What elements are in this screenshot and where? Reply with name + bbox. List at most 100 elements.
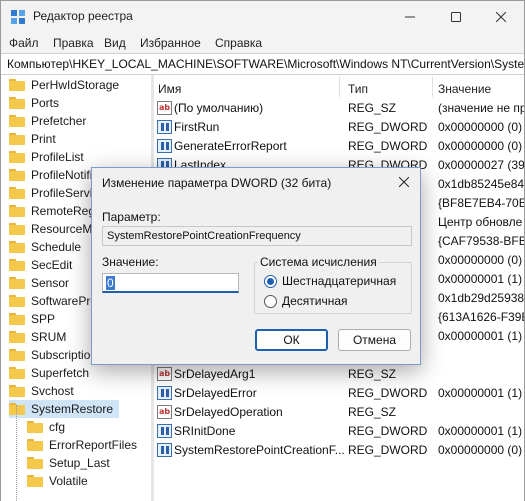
folder-icon: [9, 349, 25, 361]
cell-value: 0x00000000 (0): [438, 443, 523, 457]
table-row[interactable]: GenerateErrorReport REG_DWORD 0x00000000 (…: [154, 137, 524, 156]
address-bar[interactable]: Компьютер\HKEY_LOCAL_MACHINE\SOFTWARE\Mi…: [1, 53, 524, 75]
tree-item-label: SecEdit: [31, 258, 73, 272]
folder-icon: [9, 241, 25, 253]
ok-button[interactable]: ОК: [255, 329, 328, 351]
tree-item[interactable]: SPP: [9, 310, 55, 328]
tree-child-item[interactable]: cfg: [27, 418, 65, 436]
folder-icon: [9, 403, 25, 415]
dialog-title: Изменение параметра DWORD (32 бита): [102, 176, 332, 190]
tree-item-label: SystemRestore: [31, 402, 114, 416]
column-header-type[interactable]: Тип: [348, 75, 368, 99]
cell-type: REG_DWORD: [348, 120, 428, 134]
table-row[interactable]: SRInitDone REG_DWORD 0x00000001 (1): [154, 422, 524, 441]
tree-item[interactable]: Prefetcher: [9, 112, 86, 130]
table-row[interactable]: ab SrDelayedArg1 REG_SZ: [154, 365, 524, 384]
tree-item[interactable]: Superfetch: [9, 364, 89, 382]
tree-connector: [16, 405, 17, 501]
tree-item[interactable]: Sensor: [9, 274, 69, 292]
tree-item-selected[interactable]: SystemRestore: [9, 400, 120, 418]
folder-icon: [27, 421, 43, 433]
cell-value: 0x00000001 (1): [438, 424, 523, 438]
reg-dword-icon: [157, 139, 172, 153]
folder-icon: [9, 259, 25, 271]
window-title: Редактор реестра: [33, 9, 133, 23]
param-name-field: SystemRestorePointCreationFrequency: [102, 226, 412, 246]
folder-icon: [9, 331, 25, 343]
table-row[interactable]: SrDelayedError REG_DWORD 0x00000001 (1): [154, 384, 524, 403]
tree-item[interactable]: RemoteRegis: [9, 202, 104, 220]
tree-item[interactable]: SoftwareProt: [9, 292, 100, 310]
tree-item-label: Svchost: [31, 384, 74, 398]
cell-value: 0x00000001 (1): [438, 329, 523, 343]
tree-item-label: Subscription: [31, 348, 98, 362]
folder-icon: [9, 367, 25, 379]
minimize-icon: [405, 16, 415, 18]
minimize-button[interactable]: [387, 1, 433, 33]
radio-hex[interactable]: Шестнадцатеричная: [264, 274, 396, 288]
tree-item-label: ErrorReportFiles: [49, 438, 138, 452]
tree-item[interactable]: SecEdit: [9, 256, 72, 274]
column-header-name[interactable]: Имя: [158, 75, 181, 99]
tree-item-label: Setup_Last: [49, 456, 110, 470]
address-path[interactable]: Компьютер\HKEY_LOCAL_MACHINE\SOFTWARE\Mi…: [7, 57, 524, 71]
table-row[interactable]: FirstRun REG_DWORD 0x00000000 (0): [154, 118, 524, 137]
tree-item-label: Prefetcher: [31, 114, 87, 128]
tree-item[interactable]: Schedule: [9, 238, 81, 256]
menu-edit[interactable]: Правка: [53, 36, 94, 50]
column-separator[interactable]: [432, 77, 433, 97]
radio-hex-indicator[interactable]: [264, 274, 277, 288]
tree-item[interactable]: Subscription: [9, 346, 97, 364]
tree-item-label: cfg: [49, 420, 66, 434]
tree-item[interactable]: SRUM: [9, 328, 66, 346]
folder-icon: [27, 457, 43, 469]
menu-file[interactable]: Файл: [9, 36, 39, 50]
table-row[interactable]: ab(По умолчанию) REG_SZ (значение не присв…: [154, 99, 524, 118]
cell-type: REG_SZ: [348, 101, 397, 115]
tree-item[interactable]: PerHwIdStorage: [9, 76, 119, 94]
cell-value: 0x00000001 (1): [438, 386, 523, 400]
tree-item[interactable]: Print: [9, 130, 56, 148]
tree-item-label: Schedule: [31, 240, 82, 254]
folder-icon: [9, 133, 25, 145]
tree-item[interactable]: ProfileServic: [9, 184, 98, 202]
cell-name: FirstRun: [174, 120, 220, 134]
menu-favorites[interactable]: Избранное: [140, 36, 201, 50]
column-separator[interactable]: [339, 77, 340, 97]
dialog-close-button[interactable]: [394, 172, 414, 192]
radio-dec-indicator[interactable]: [264, 294, 277, 308]
cell-value: Центр обновле: [438, 215, 523, 229]
cell-name: (По умолчанию): [174, 101, 264, 115]
table-row[interactable]: SystemRestorePointCreationF... REG_DWORD 0…: [154, 441, 524, 460]
menu-help[interactable]: Справка: [215, 36, 262, 50]
close-icon: [398, 176, 410, 188]
tree-item-label: Ports: [31, 96, 60, 110]
cell-value: 0x00000001 (1): [438, 272, 523, 286]
tree-item-label: ProfileServic: [31, 186, 99, 200]
cell-value: {BF8E7EB4-70E8: [438, 196, 524, 210]
tree-child-item[interactable]: ErrorReportFiles: [27, 436, 137, 454]
tree-child-item[interactable]: Volatile: [27, 472, 88, 490]
menu-bar: Файл Правка Вид Избранное Справка: [1, 33, 524, 53]
value-input[interactable]: 0: [102, 273, 239, 293]
cell-name: SrDelayedOperation: [174, 405, 283, 419]
tree-item[interactable]: Ports: [9, 94, 59, 112]
value-text: 0: [106, 276, 115, 290]
menu-view[interactable]: Вид: [104, 36, 126, 50]
tree-item[interactable]: ProfileList: [9, 148, 84, 166]
tree-item[interactable]: Svchost: [9, 382, 74, 400]
column-header-value[interactable]: Значение: [438, 75, 491, 99]
tree-item[interactable]: ProfileNotifi: [9, 166, 92, 184]
close-button[interactable]: [478, 1, 524, 33]
folder-icon: [9, 79, 25, 91]
cell-type: REG_DWORD: [348, 139, 428, 153]
base-legend: Система исчисления: [258, 255, 379, 269]
table-row[interactable]: ab SrDelayedOperation REG_SZ: [154, 403, 524, 422]
maximize-button[interactable]: [433, 1, 479, 33]
cell-type: REG_SZ: [348, 405, 397, 419]
tree-child-item[interactable]: Setup_Last: [27, 454, 110, 472]
radio-dec[interactable]: Десятичная: [264, 294, 348, 308]
cancel-button[interactable]: Отмена: [338, 329, 411, 351]
folder-icon: [9, 115, 25, 127]
cell-name: GenerateErrorReport: [174, 139, 287, 153]
